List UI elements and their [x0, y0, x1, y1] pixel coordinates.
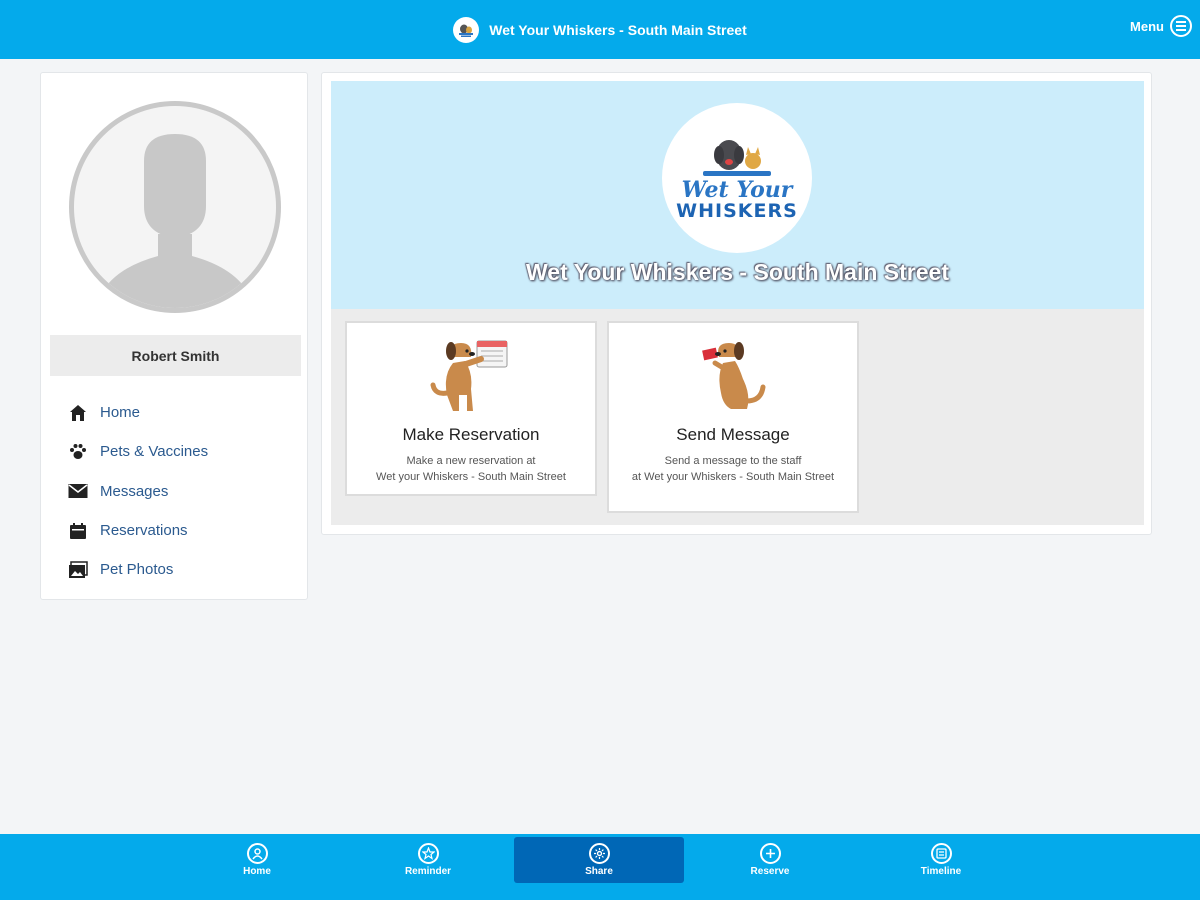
make-reservation-description-line1: Make a new reservation at [406, 455, 536, 467]
send-message-card[interactable]: Send Message Send a message to the staff… [607, 321, 859, 513]
tab-label: Timeline [920, 866, 962, 877]
sidebar-item-label: Pets & Vaccines [100, 443, 209, 461]
make-reservation-card[interactable]: Make Reservation Make a new reservation … [345, 321, 597, 496]
tab-label: Reserve [750, 866, 790, 877]
tab-timeline[interactable]: Timeline [856, 837, 1026, 883]
header-title: Wet Your Whiskers - South Main Street [489, 21, 747, 38]
timeline-icon [930, 843, 952, 864]
send-message-title: Send Message [676, 425, 790, 444]
tab-reminder[interactable]: Reminder [343, 837, 513, 883]
tab-home[interactable]: Home [172, 837, 342, 883]
share-icon [588, 843, 610, 864]
user-circle-icon [246, 843, 268, 864]
tab-reserve[interactable]: Reserve [685, 837, 855, 883]
top-header-bar: Wet Your Whiskers - South Main Street Me… [0, 0, 1200, 59]
calendar-icon [67, 520, 89, 542]
sidebar-item-reservations[interactable]: Reservations [67, 511, 208, 550]
paw-icon [67, 441, 89, 463]
actions-area: Make Reservation Make a new reservation … [331, 309, 1144, 525]
user-name: Robert Smith [50, 335, 301, 376]
photo-icon [67, 559, 89, 581]
tab-label: Home [243, 866, 271, 877]
make-reservation-description: Make a new reservation at Wet your Whisk… [361, 453, 581, 485]
dog-message-icon [691, 335, 775, 420]
sidebar-item-label: Home [100, 404, 141, 422]
business-hero: Wet Your WHISKERS Wet Your Whiskers - So… [331, 81, 1144, 309]
sidebar-item-label: Reservations [100, 522, 188, 540]
tab-label: Reminder [404, 866, 452, 877]
send-message-description-line2: at Wet your Whiskers - South Main Street [631, 471, 835, 483]
main-panel: Wet Your WHISKERS Wet Your Whiskers - So… [321, 72, 1152, 535]
sidebar-item-home[interactable]: Home [67, 393, 208, 432]
plus-circle-icon [759, 843, 781, 864]
menu-button[interactable]: Menu [1130, 15, 1192, 37]
dog-cat-logo-icon [703, 139, 771, 176]
home-icon [67, 402, 89, 424]
dog-calendar-icon [429, 335, 513, 420]
make-reservation-description-line2: Wet your Whiskers - South Main Street [376, 471, 566, 483]
business-logo: Wet Your WHISKERS [662, 103, 812, 253]
sidebar-item-pets-vaccines[interactable]: Pets & Vaccines [67, 432, 208, 471]
tab-share[interactable]: Share [514, 837, 684, 883]
header-brand: Wet Your Whiskers - South Main Street [453, 16, 747, 43]
tab-label: Share [585, 866, 613, 877]
send-message-description-line1: Send a message to the staff [664, 455, 802, 467]
sidebar-nav: Home Pets & Vaccines Messages Reservatio… [67, 393, 208, 589]
menu-icon [1170, 15, 1192, 37]
user-placeholder-icon[interactable] [69, 101, 281, 313]
send-message-description: Send a message to the staff at Wet your … [623, 453, 843, 485]
bottom-tab-bar: Home Reminder Share Reserve Timeline [0, 834, 1200, 900]
dog-cat-logo-icon [453, 16, 480, 43]
sidebar-item-label: Pet Photos [100, 561, 174, 579]
envelope-icon [67, 480, 89, 502]
business-name: Wet Your Whiskers - South Main Street [525, 259, 949, 285]
make-reservation-title: Make Reservation [402, 425, 540, 444]
logo-text-line1: Wet Your [681, 176, 793, 203]
sidebar-item-messages[interactable]: Messages [67, 472, 208, 511]
logo-text-line2: WHISKERS [676, 199, 798, 222]
profile-sidebar: Robert Smith Home Pets & Vaccines Messag… [40, 72, 308, 600]
menu-label: Menu [1130, 18, 1164, 34]
sidebar-item-pet-photos[interactable]: Pet Photos [67, 550, 208, 589]
star-icon [417, 843, 439, 864]
sidebar-item-label: Messages [100, 482, 169, 500]
